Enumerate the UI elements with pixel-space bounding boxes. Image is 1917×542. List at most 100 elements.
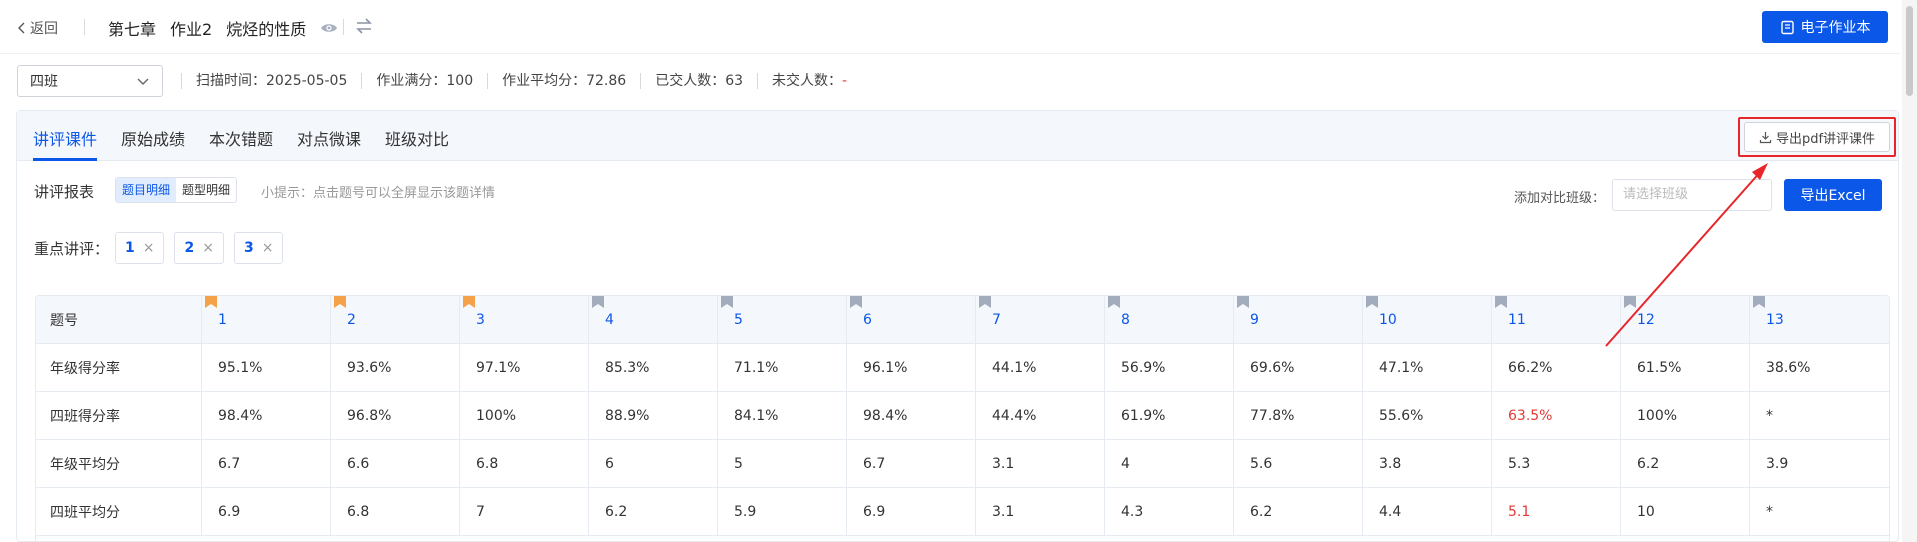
- table-cell: 3.8: [1363, 440, 1492, 488]
- back-button[interactable]: 返回: [16, 18, 58, 38]
- topic-title: 烷烃的性质: [226, 20, 307, 39]
- question-number[interactable]: 1: [218, 312, 227, 328]
- focus-tag[interactable]: 3 ×: [233, 232, 284, 264]
- focus-tag[interactable]: 2 ×: [174, 232, 224, 264]
- focus-tag-number: 1: [125, 240, 135, 256]
- question-header[interactable]: 9: [1234, 296, 1363, 344]
- question-number[interactable]: 11: [1508, 312, 1526, 328]
- tab-wrong-questions[interactable]: 本次错题: [209, 126, 273, 150]
- question-number[interactable]: 10: [1379, 312, 1397, 328]
- question-header[interactable]: 10: [1363, 296, 1492, 344]
- question-number[interactable]: 12: [1637, 312, 1655, 328]
- bookmark-icon[interactable]: [1495, 296, 1507, 308]
- ebook-button[interactable]: 电子作业本: [1762, 11, 1888, 43]
- question-header[interactable]: 13: [1750, 296, 1879, 344]
- class-select-value: 四班: [30, 74, 58, 90]
- bookmark-icon[interactable]: [463, 296, 475, 308]
- table-cell: 38.6%: [1766, 360, 1811, 376]
- question-header[interactable]: 12: [1621, 296, 1750, 344]
- question-header[interactable]: 11: [1492, 296, 1621, 344]
- bookmark-icon[interactable]: [850, 296, 862, 308]
- close-icon[interactable]: ×: [262, 240, 274, 256]
- full-score: 作业满分：100: [361, 73, 487, 89]
- tab-raw-scores[interactable]: 原始成绩: [121, 126, 185, 150]
- question-number[interactable]: 8: [1121, 312, 1130, 328]
- back-label: 返回: [30, 21, 58, 37]
- report-label: 讲评报表: [34, 183, 95, 201]
- bookmark-icon[interactable]: [592, 296, 604, 308]
- scrollbar[interactable]: [1902, 0, 1917, 542]
- question-number[interactable]: 5: [734, 312, 743, 328]
- bookmark-icon[interactable]: [979, 296, 991, 308]
- info-bar: 四班 扫描时间：2025-05-05 作业满分：100 作业平均分：72.86 …: [17, 65, 861, 97]
- not-submitted-value: -: [842, 73, 848, 89]
- swap-icon[interactable]: [355, 17, 373, 35]
- eye-icon[interactable]: [320, 19, 338, 37]
- class-select[interactable]: 四班: [17, 65, 163, 97]
- scroll-thumb[interactable]: [1906, 6, 1913, 96]
- table-row: 四班平均分 6.9 6.8 7 6.2 5.9 6.9 3.1 4.3 6.2 4.4 5.1 10 *: [36, 488, 1889, 536]
- table-row: 年级平均分 6.7 6.6 6.8 6 5 6.7 3.1 4 5.6 3.8 5.3 6.2 3.9: [36, 440, 1889, 488]
- table-cell: 3.9: [1766, 456, 1789, 472]
- table-cell: 6.9: [847, 488, 976, 536]
- table-cell: 6.7: [847, 440, 976, 488]
- table-cell: 100%: [460, 392, 589, 440]
- question-header[interactable]: 2: [331, 296, 460, 344]
- question-number[interactable]: 9: [1250, 312, 1259, 328]
- question-number[interactable]: 7: [992, 312, 1001, 328]
- table-header-row: 题号 1 2 3 4 5 6 7 8 9 10 11 12 13: [36, 296, 1889, 344]
- not-submitted-count: 未交人数：-: [757, 73, 861, 89]
- table-cell: 6.9: [202, 488, 331, 536]
- compare-class-select[interactable]: 请选择班级: [1612, 179, 1772, 211]
- bookmark-icon[interactable]: [334, 296, 346, 308]
- table-cell: 96.1%: [847, 344, 976, 392]
- tab-review-courseware[interactable]: 讲评课件: [33, 126, 97, 150]
- divider: [84, 19, 85, 35]
- question-header[interactable]: 1: [202, 296, 331, 344]
- bookmark-icon[interactable]: [1366, 296, 1378, 308]
- question-header[interactable]: 4: [589, 296, 718, 344]
- question-number[interactable]: 4: [605, 312, 614, 328]
- table-cell: 98.4%: [202, 392, 331, 440]
- average-score: 作业平均分：72.86: [487, 73, 640, 89]
- close-icon[interactable]: ×: [202, 240, 214, 256]
- bookmark-icon[interactable]: [1624, 296, 1636, 308]
- close-icon[interactable]: ×: [143, 240, 155, 256]
- table-row: 年级得分率 95.1% 93.6% 97.1% 85.3% 71.1% 96.1% 44.1%…: [36, 344, 1889, 392]
- tab-micro-lessons[interactable]: 对点微课: [297, 126, 361, 150]
- question-header[interactable]: 8: [1105, 296, 1234, 344]
- table-cell: 63.5%: [1492, 392, 1621, 440]
- tab-class-compare[interactable]: 班级对比: [385, 126, 449, 150]
- table-cell: 44.1%: [976, 344, 1105, 392]
- export-excel-button[interactable]: 导出Excel: [1784, 179, 1882, 211]
- tab-bar: 讲评课件 原始成绩 本次错题 对点微课 班级对比 导出pdf讲评课件: [17, 111, 1898, 161]
- focus-tag[interactable]: 1 ×: [115, 232, 165, 264]
- chevron-left-icon: [18, 22, 25, 34]
- active-tab-indicator: [33, 158, 97, 161]
- table-cell: 55.6%: [1363, 392, 1492, 440]
- top-bar: 返回 第七章 作业2 烷烃的性质 电子作业本: [0, 0, 1900, 54]
- bookmark-icon[interactable]: [1753, 296, 1765, 308]
- question-header[interactable]: 6: [847, 296, 976, 344]
- question-header[interactable]: 7: [976, 296, 1105, 344]
- question-number[interactable]: 6: [863, 312, 872, 328]
- table-cell: 6.2: [1621, 440, 1750, 488]
- table-cell: 6.2: [1234, 488, 1363, 536]
- bookmark-icon[interactable]: [721, 296, 733, 308]
- focus-tag-number: 3: [243, 240, 254, 256]
- question-number[interactable]: 13: [1766, 312, 1784, 328]
- bookmark-icon[interactable]: [1108, 296, 1120, 308]
- bookmark-icon[interactable]: [205, 296, 217, 308]
- table-cell: 56.9%: [1105, 344, 1234, 392]
- table-cell: 4.4: [1363, 488, 1492, 536]
- question-number[interactable]: 3: [476, 312, 485, 328]
- table-cell: 5: [718, 440, 847, 488]
- bookmark-icon[interactable]: [1237, 296, 1249, 308]
- question-number[interactable]: 2: [347, 312, 356, 328]
- table-cell: 84.1%: [718, 392, 847, 440]
- table-cell: 5.3: [1492, 440, 1621, 488]
- question-header[interactable]: 3: [460, 296, 589, 344]
- seg-question-detail[interactable]: 题目明细: [116, 178, 177, 202]
- question-header[interactable]: 5: [718, 296, 847, 344]
- seg-type-detail[interactable]: 题型明细: [176, 178, 236, 202]
